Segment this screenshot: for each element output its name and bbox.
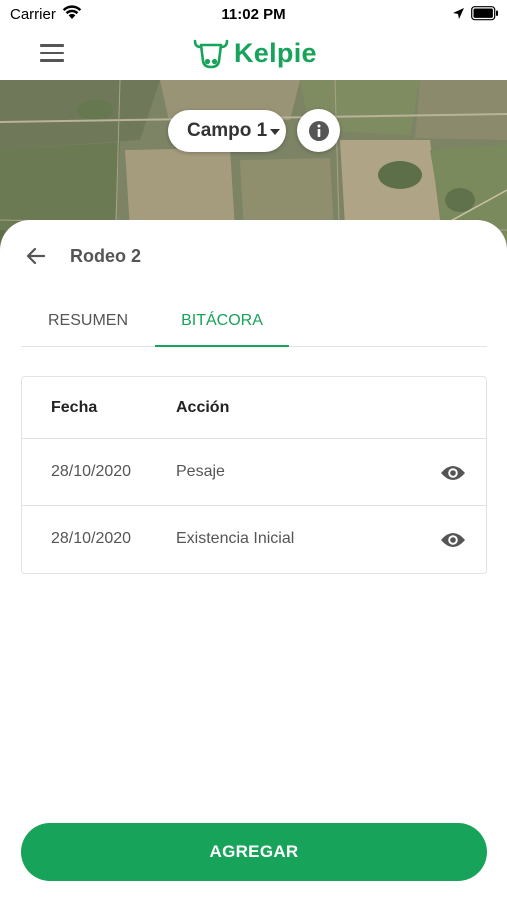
page-title: Rodeo 2: [70, 246, 142, 266]
log-table: Fecha Acción 28/10/2020 Pesaje 28/10/202…: [21, 376, 487, 574]
tab-bar: RESUMEN BITÁCORA: [21, 296, 487, 347]
add-button[interactable]: AGREGAR: [21, 823, 487, 881]
back-button[interactable]: [24, 244, 48, 268]
cow-head-icon: [193, 39, 229, 69]
row-action: Pesaje: [176, 463, 225, 480]
eye-icon: [441, 533, 465, 547]
menu-bar: [40, 44, 64, 47]
view-entry-button[interactable]: [439, 459, 467, 487]
brand-logo: Kelpie: [192, 34, 317, 72]
hamburger-menu-icon[interactable]: [40, 40, 70, 66]
eye-icon: [441, 466, 465, 480]
view-entry-button[interactable]: [439, 526, 467, 554]
column-header-fecha: Fecha: [51, 399, 98, 416]
menu-bar: [40, 59, 64, 62]
info-button[interactable]: [297, 109, 340, 152]
field-selector-label: Campo 1: [187, 120, 268, 141]
arrow-left-icon: [26, 247, 46, 265]
status-time: 11:02 PM: [221, 6, 286, 23]
row-action: Existencia Inicial: [176, 530, 295, 547]
table-row: 28/10/2020 Existencia Inicial: [22, 506, 486, 573]
add-button-label: AGREGAR: [209, 842, 299, 861]
app-header: Kelpie: [0, 28, 507, 80]
row-date: 28/10/2020: [51, 463, 132, 480]
column-header-accion: Acción: [176, 399, 230, 416]
tab-resumen[interactable]: RESUMEN: [21, 296, 155, 346]
active-tab-indicator: [155, 345, 289, 347]
brand-name: Kelpie: [234, 37, 317, 68]
row-date: 28/10/2020: [51, 530, 132, 547]
field-selector-dropdown[interactable]: Campo 1: [168, 110, 286, 152]
menu-bar: [40, 51, 64, 55]
battery-icon: [471, 6, 498, 21]
table-header: Fecha Acción: [22, 377, 486, 439]
tab-bitacora[interactable]: BITÁCORA: [155, 296, 289, 346]
table-row: 28/10/2020 Pesaje: [22, 439, 486, 506]
info-icon: [308, 120, 329, 141]
status-bar: Carrier 11:02 PM: [0, 0, 507, 28]
caret-down-icon: [270, 129, 281, 135]
location-arrow-icon: [453, 8, 464, 19]
rodeo-detail-sheet: Rodeo 2 RESUMEN BITÁCORA Fecha Acción 28…: [0, 220, 507, 900]
